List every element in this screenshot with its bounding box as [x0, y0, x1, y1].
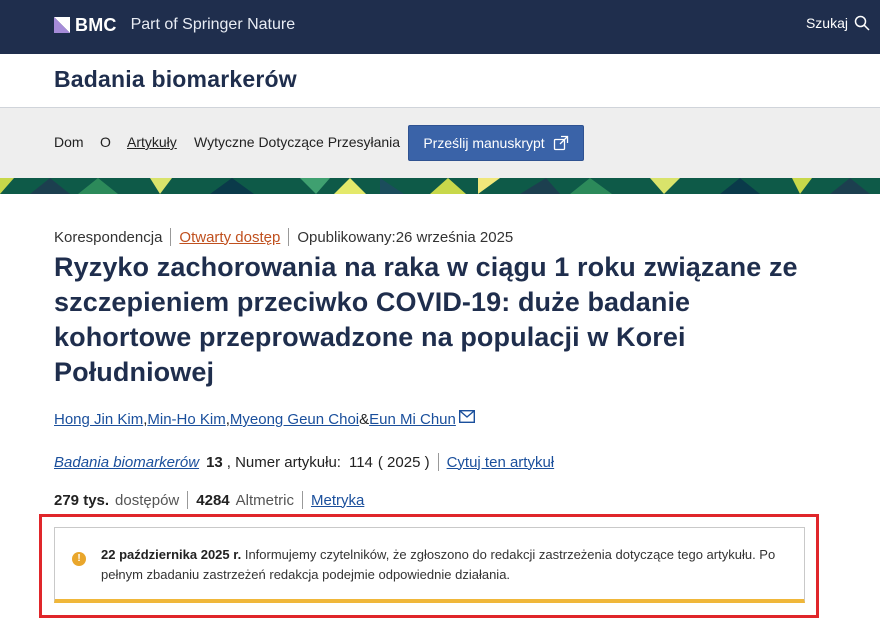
- metrics-line: 279 tys. dostępów 4284 Altmetric Metryka: [54, 491, 364, 509]
- author-link[interactable]: Hong Jin Kim: [54, 411, 143, 428]
- submit-manuscript-label: Prześlij manuskrypt: [423, 135, 545, 151]
- accesses-label: dostępów: [115, 491, 180, 509]
- article-type: Korespondencja: [54, 228, 163, 246]
- nav-home[interactable]: Dom: [54, 134, 84, 150]
- search-icon: [854, 15, 870, 31]
- article-number-label: , Numer artykułu:: [226, 453, 341, 471]
- publication-year: ( 2025 ): [377, 453, 430, 471]
- metrics-link[interactable]: Metryka: [311, 492, 364, 509]
- divider: [288, 228, 290, 246]
- author-link[interactable]: Myeong Geun Choi: [230, 411, 359, 428]
- email-icon[interactable]: [458, 409, 475, 424]
- nav-submission-guidelines[interactable]: Wytyczne Dotyczące Przesyłania: [194, 134, 400, 150]
- search-label: Szukaj: [805, 15, 848, 31]
- altmetric-score: 4284: [196, 491, 230, 509]
- info-icon: !: [72, 552, 86, 566]
- publisher-tagline: Part of Springer Nature: [130, 16, 296, 33]
- decorative-banner: [0, 178, 880, 194]
- divider: [437, 453, 439, 471]
- divider: [170, 228, 172, 246]
- open-access-link[interactable]: Otwarty dostęp: [179, 229, 280, 246]
- published-label: Opublikowany:: [297, 228, 396, 246]
- brand-name: BMC: [75, 14, 117, 35]
- article-meta: Korespondencja Otwarty dostęp Opublikowa…: [54, 228, 513, 246]
- divider: [187, 491, 189, 509]
- notice-text: 22 października 2025 r. Informujemy czyt…: [101, 545, 791, 585]
- nav-about[interactable]: O: [100, 134, 111, 150]
- submit-manuscript-button[interactable]: Prześlij manuskrypt: [408, 125, 584, 161]
- bmc-logo-icon: [54, 17, 70, 33]
- cite-article-link[interactable]: Cytuj ten artykuł: [447, 454, 555, 471]
- citation-line: Badania biomarkerów 13 , Numer artykułu:…: [54, 453, 554, 471]
- notice-date: 22 października 2025 r.: [101, 547, 242, 562]
- author-link[interactable]: Min-Ho Kim: [147, 411, 225, 428]
- divider: [301, 491, 303, 509]
- author-link[interactable]: Eun Mi Chun: [369, 411, 456, 428]
- article-number: 114: [348, 453, 373, 471]
- journal-nav: Dom O Artykuły Wytyczne Dotyczące Przesy…: [0, 108, 880, 178]
- top-bar: BMC Part of Springer Nature Szukaj: [0, 0, 880, 54]
- author-separator: &: [359, 411, 370, 428]
- volume: 13: [206, 453, 223, 471]
- nav-articles[interactable]: Artykuły: [127, 134, 177, 150]
- author-list: Hong Jin Kim , Min-Ho Kim , Myeong Geun …: [54, 409, 475, 428]
- search-button[interactable]: Szukaj: [806, 15, 870, 31]
- editorial-notice: ! 22 października 2025 r. Informujemy cz…: [54, 527, 805, 603]
- article-title: Ryzyko zachorowania na raka w ciągu 1 ro…: [54, 252, 798, 387]
- altmetric-label: Altmetric: [235, 491, 294, 509]
- external-link-icon: [553, 135, 569, 151]
- journal-header: Badania biomarkerów: [0, 54, 880, 108]
- accesses-count: 279 tys.: [54, 491, 110, 509]
- published-date: 26 września 2025: [395, 228, 514, 246]
- journal-name-link[interactable]: Badania biomarkerów: [54, 454, 199, 471]
- journal-title-link[interactable]: Badania biomarkerów: [54, 66, 297, 93]
- bmc-logo-link[interactable]: BMC Part of Springer Nature: [54, 13, 295, 37]
